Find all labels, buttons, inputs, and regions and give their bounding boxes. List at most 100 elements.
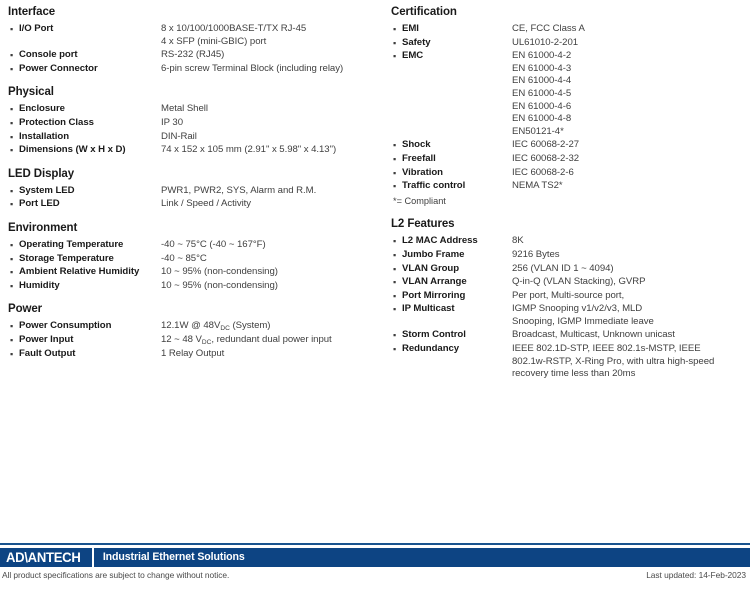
spec-section: Power Power Consumption 12.1W @ 48VDC (Sys…: [8, 302, 380, 360]
page-footer: AD\ANTECH Industrial Ethernet Solutions …: [0, 540, 750, 591]
spec-label: EMC: [402, 50, 424, 62]
spec-section: Physical Enclosure Metal Shell Protection C…: [8, 85, 380, 156]
spec-row: Protection Class IP 30: [8, 117, 380, 130]
section-title: Interface: [8, 6, 56, 18]
bullet-icon: [391, 235, 402, 248]
spec-value: Link / Speed / Activity: [161, 198, 252, 210]
bullet-icon: [8, 198, 19, 211]
spec-value: RS-232 (RJ45): [161, 49, 225, 61]
spec-row: Power Input 12 ~ 48 VDC, redundant dual p…: [8, 334, 380, 347]
bullet-icon: [8, 280, 19, 293]
spec-value: NEMA TS2*: [512, 180, 563, 192]
spec-label: Vibration: [402, 166, 443, 178]
spec-value: IEEE 802.1D-STP, IEEE 802.1s-MSTP, IEEE …: [512, 343, 715, 380]
spec-value: 8K: [512, 235, 524, 247]
spec-value: IP 30: [161, 116, 183, 128]
spec-row: Shock IEC 60068-2-27: [391, 139, 749, 152]
spec-section: Certification EMI CE, FCC Class A Safety UL6…: [391, 5, 749, 207]
spec-label: Jumbo Frame: [402, 248, 465, 260]
spec-label: Operating Temperature: [19, 238, 124, 250]
spec-value: 6-pin screw Terminal Block (including re…: [161, 62, 344, 74]
spec-value: 12 ~ 48 VDC, redundant dual power input: [161, 333, 332, 346]
bullet-icon: [8, 117, 19, 130]
spec-value: Q-in-Q (VLAN Stacking), GVRP: [512, 276, 646, 288]
footer-brand-bar: AD\ANTECH Industrial Ethernet Solutions: [0, 548, 750, 567]
spec-label: System LED: [19, 184, 75, 196]
footer-disclaimer: All product specifications are subject t…: [2, 570, 230, 580]
bullet-icon: [8, 266, 19, 279]
bullet-icon: [8, 253, 19, 266]
spec-row: Operating Temperature -40 ~ 75°C (-40 ~ 1…: [8, 239, 380, 252]
spec-row: Console port RS-232 (RJ45): [8, 49, 380, 62]
spec-row: Jumbo Frame 9216 Bytes: [391, 249, 749, 262]
spec-value: IGMP Snooping v1/v2/v3, MLD Snooping, IG…: [512, 303, 654, 327]
bullet-icon: [8, 131, 19, 144]
spec-row: Installation DIN-Rail: [8, 131, 380, 144]
bullet-icon: [391, 23, 402, 36]
spec-row: Storm Control Broadcast, Multicast, Unkno…: [391, 329, 749, 342]
spec-label: L2 MAC Address: [402, 235, 478, 247]
spec-value: 10 ~ 95% (non-condensing): [161, 266, 278, 278]
spec-value: UL61010-2-201: [512, 36, 579, 48]
spec-label: Storm Control: [402, 329, 466, 341]
bullet-icon: [8, 334, 19, 347]
spec-row: Power Consumption 12.1W @ 48VDC (System): [8, 320, 380, 333]
bullet-icon: [391, 343, 402, 356]
bullet-icon: [391, 167, 402, 180]
spec-row: EMC EN 61000-4-2 EN 61000-4-3 EN 61000-4-…: [391, 50, 749, 138]
section-title: Environment: [8, 221, 78, 234]
spec-label: I/O Port: [19, 23, 54, 34]
spec-label: Power Connector: [19, 62, 98, 74]
spec-label: VLAN Group: [402, 262, 460, 274]
bullet-icon: [8, 348, 19, 361]
spec-label: Safety: [402, 36, 431, 48]
spec-value: -40 ~ 85°C: [161, 252, 207, 264]
spec-section: L2 Features L2 MAC Address 8K Jumbo Frame 92…: [391, 217, 749, 381]
spec-value: IEC 60068-2-32: [512, 152, 580, 164]
bullet-icon: [391, 153, 402, 166]
spec-label: Installation: [19, 130, 70, 142]
spec-row: System LED PWR1, PWR2, SYS, Alarm and R.M…: [8, 185, 380, 198]
spec-row: Power Connector 6-pin screw Terminal Bloc…: [8, 63, 380, 76]
spec-row: Port LED Link / Speed / Activity: [8, 198, 380, 211]
spec-section: Interface I/O Port 8 x 10/100/1000BASE-T/T…: [8, 5, 380, 75]
advantech-logo-text: AD\ANTECH: [6, 550, 81, 565]
bullet-icon: [391, 180, 402, 193]
spec-value: 74 x 152 x 105 mm (2.91" x 5.98" x 4.13"…: [161, 144, 337, 156]
spec-label: Redundancy: [402, 343, 460, 355]
bullet-icon: [8, 144, 19, 157]
spec-value: 9216 Bytes: [512, 248, 560, 260]
section-title: L2 Features: [391, 218, 455, 231]
spec-row: Redundancy IEEE 802.1D-STP, IEEE 802.1s-M…: [391, 343, 749, 381]
spec-value: CE, FCC Class A: [512, 23, 585, 34]
spec-value: PWR1, PWR2, SYS, Alarm and R.M.: [161, 184, 317, 196]
spec-row: VLAN Arrange Q-in-Q (VLAN Stacking), GVRP: [391, 276, 749, 289]
bullet-icon: [391, 50, 402, 63]
bullet-icon: [391, 249, 402, 262]
spec-value: 12.1W @ 48VDC (System): [161, 320, 271, 333]
spec-value: 1 Relay Output: [161, 347, 225, 359]
spec-value: Metal Shell: [161, 103, 208, 115]
spec-label: Freefall: [402, 152, 436, 164]
spec-label: Traffic control: [402, 180, 466, 192]
bullet-icon: [391, 276, 402, 289]
spec-label: Power Input: [19, 333, 74, 345]
spec-label: IP Multicast: [402, 303, 455, 315]
spec-value: -40 ~ 75°C (-40 ~ 167°F): [161, 238, 266, 250]
bullet-icon: [391, 139, 402, 152]
footer-tagline: Industrial Ethernet Solutions: [102, 551, 245, 563]
section-footnote: *= Compliant: [393, 195, 446, 206]
spec-label: Console port: [19, 49, 78, 61]
bullet-icon: [391, 329, 402, 342]
spec-value: DIN-Rail: [161, 130, 197, 142]
spec-row: L2 MAC Address 8K: [391, 235, 749, 248]
bullet-icon: [8, 185, 19, 198]
spec-row: Port Mirroring Per port, Multi-source por…: [391, 290, 749, 303]
bullet-icon: [391, 303, 402, 316]
section-title: Power: [8, 303, 43, 316]
spec-value: Broadcast, Multicast, Unknown unicast: [512, 329, 675, 341]
bullet-icon: [8, 63, 19, 76]
spec-label: Protection Class: [19, 116, 94, 128]
spec-label: Power Consumption: [19, 320, 112, 332]
left-spec-column: Interface I/O Port 8 x 10/100/1000BASE-T/T…: [8, 5, 380, 370]
